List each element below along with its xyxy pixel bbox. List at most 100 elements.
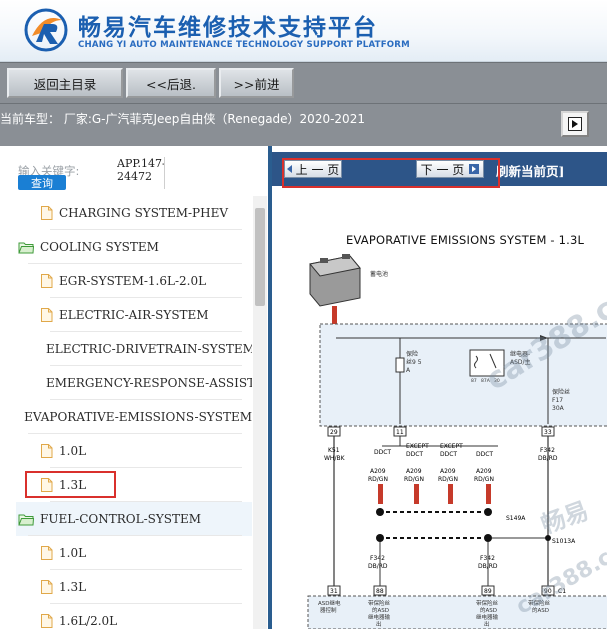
tree-folder-item[interactable]: EVAPORATIVE-EMISSIONS-SYSTEM bbox=[18, 400, 252, 434]
tree-item-label: EGR-SYSTEM-1.6L-2.0L bbox=[59, 274, 207, 288]
tree-file-item[interactable]: 1.3L bbox=[40, 570, 252, 604]
folder-open-icon bbox=[18, 242, 34, 254]
svg-text:DB/RD: DB/RD bbox=[368, 563, 388, 570]
svg-text:S149A: S149A bbox=[506, 515, 526, 522]
svg-text:RD/GN: RD/GN bbox=[438, 476, 458, 483]
app-window: 畅易汽车维修技术支持平台 CHANG YI AUTO MAINTENANCE T… bbox=[0, 0, 607, 629]
brand-logo-icon bbox=[24, 8, 68, 52]
svg-text:出: 出 bbox=[484, 620, 490, 628]
svg-text:DB/RD: DB/RD bbox=[538, 455, 558, 462]
svg-text:继电器输: 继电器输 bbox=[368, 613, 391, 621]
svg-text:的ASD: 的ASD bbox=[372, 606, 389, 614]
svg-text:DDCT: DDCT bbox=[440, 451, 457, 458]
svg-text:DDCT: DDCT bbox=[476, 451, 493, 458]
tree-scrollbar-thumb[interactable] bbox=[255, 208, 265, 306]
document-icon bbox=[41, 274, 53, 288]
document-viewer: 上 一 页 下 一 页 刷新当前页] EVAPORATIVE EMISSIONS… bbox=[272, 146, 607, 629]
current-model-text: 当前车型： 厂家:G-广汽菲克Jeep自由侠（Renegade）2020-202… bbox=[0, 112, 365, 126]
wiring-diagram-page: EVAPORATIVE EMISSIONS SYSTEM - 1.3L 蓄电池 … bbox=[290, 198, 607, 629]
main-toolbar: 返回主目录 <<后退. >>前进 bbox=[0, 62, 607, 104]
svg-text:带保险丝: 带保险丝 bbox=[476, 599, 499, 607]
svg-text:RD/GN: RD/GN bbox=[404, 476, 424, 483]
left-panel: 输入关键字: APP.147-24472 查询 CHARGING SYSTEM-… bbox=[0, 146, 268, 629]
document-icon bbox=[41, 206, 53, 220]
svg-text:RD/GN: RD/GN bbox=[368, 476, 388, 483]
svg-text:A209: A209 bbox=[476, 468, 492, 475]
svg-text:器控制: 器控制 bbox=[320, 606, 337, 614]
tree-item-label: EMERGENCY-RESPONSE-ASSIST bbox=[46, 376, 252, 390]
tree-item-label: 1.3L bbox=[59, 580, 87, 594]
tree-folder-item[interactable]: FUEL-CONTROL-SYSTEM bbox=[16, 502, 252, 536]
svg-text:88: 88 bbox=[376, 588, 384, 595]
svg-text:11: 11 bbox=[396, 429, 404, 436]
toggle-panel-button[interactable] bbox=[561, 111, 589, 137]
tree-item-label: 1.6L/2.0L bbox=[59, 614, 118, 628]
model-info-bar: 当前车型： 厂家:G-广汽菲克Jeep自由侠（Renegade）2020-202… bbox=[0, 104, 607, 146]
tree-file-item[interactable]: ELECTRIC-DRIVETRAIN-SYSTEM bbox=[40, 332, 252, 366]
svg-text:29: 29 bbox=[330, 429, 338, 436]
svg-text:ASD继电: ASD继电 bbox=[318, 599, 341, 607]
svg-text:89: 89 bbox=[484, 588, 492, 595]
tree-file-item[interactable]: 1.0L bbox=[40, 434, 252, 468]
tree-item-label: EVAPORATIVE-EMISSIONS-SYSTEM bbox=[24, 410, 252, 424]
svg-text:DDCT: DDCT bbox=[406, 451, 423, 458]
svg-text:的ASD: 的ASD bbox=[480, 606, 497, 614]
wiring-diagram: 蓄电池 保险 丝9 5 A 87 87A 30 继电器- ASD/主 保险丝 F… bbox=[307, 254, 607, 629]
selected-item-highlight bbox=[25, 471, 116, 498]
svg-text:带保险丝: 带保险丝 bbox=[368, 599, 391, 607]
tree-item-label: CHARGING SYSTEM-PHEV bbox=[59, 206, 229, 220]
document-icon bbox=[41, 444, 53, 458]
tree-item-label: ELECTRIC-DRIVETRAIN-SYSTEM bbox=[46, 342, 252, 356]
svg-text:保险丝: 保险丝 bbox=[552, 388, 570, 396]
play-arrow-icon bbox=[568, 117, 582, 131]
svg-text:A209: A209 bbox=[406, 468, 422, 475]
header-banner: 畅易汽车维修技术支持平台 CHANG YI AUTO MAINTENANCE T… bbox=[0, 0, 607, 62]
tree-item-label: 1.0L bbox=[59, 444, 87, 458]
svg-text:33: 33 bbox=[544, 429, 552, 436]
tree-file-item[interactable]: 1.6L/2.0L bbox=[40, 604, 252, 629]
tree-file-item[interactable]: ELECTRIC-AIR-SYSTEM bbox=[40, 298, 252, 332]
document-icon bbox=[41, 546, 53, 560]
tree-file-item[interactable]: EGR-SYSTEM-1.6L-2.0L bbox=[40, 264, 252, 298]
document-icon bbox=[41, 580, 53, 594]
svg-text:保险: 保险 bbox=[406, 350, 418, 358]
refresh-page-link[interactable]: 刷新当前页] bbox=[496, 161, 564, 180]
svg-text:RD/GN: RD/GN bbox=[474, 476, 494, 483]
battery-label: 蓄电池 bbox=[370, 270, 388, 278]
back-button[interactable]: <<后退. bbox=[126, 68, 216, 98]
svg-text:F17: F17 bbox=[552, 397, 563, 404]
svg-text:EXCEPT: EXCEPT bbox=[406, 443, 429, 450]
svg-text:A209: A209 bbox=[440, 468, 456, 475]
folder-open-icon bbox=[18, 514, 34, 526]
svg-text:出: 出 bbox=[376, 620, 382, 628]
svg-text:A209: A209 bbox=[370, 468, 386, 475]
tree-file-item[interactable]: EMERGENCY-RESPONSE-ASSIST bbox=[40, 366, 252, 400]
document-icon bbox=[41, 308, 53, 322]
document-icon bbox=[41, 614, 53, 628]
tree-file-item[interactable]: 1.0L bbox=[40, 536, 252, 570]
home-button[interactable]: 返回主目录 bbox=[7, 68, 123, 98]
tree-scrollbar[interactable] bbox=[253, 196, 267, 629]
tree-item-label: 1.0L bbox=[59, 546, 87, 560]
tree-folder-item[interactable]: COOLING SYSTEM bbox=[18, 230, 252, 264]
battery-icon bbox=[309, 254, 361, 307]
svg-text:EXCEPT: EXCEPT bbox=[440, 443, 463, 450]
search-input[interactable]: APP.147-24472 bbox=[117, 157, 165, 189]
forward-button[interactable]: >>前进 bbox=[219, 68, 294, 98]
svg-text:S1013A: S1013A bbox=[552, 538, 576, 545]
svg-text:F342: F342 bbox=[370, 555, 385, 562]
svg-text:87: 87 bbox=[471, 378, 477, 384]
svg-text:丝9 5: 丝9 5 bbox=[406, 358, 422, 366]
svg-text:30A: 30A bbox=[552, 405, 565, 412]
tree-item-label: ELECTRIC-AIR-SYSTEM bbox=[59, 308, 209, 322]
svg-text:K51: K51 bbox=[328, 447, 340, 454]
svg-text:DDCT: DDCT bbox=[374, 449, 391, 456]
tree-item-label: COOLING SYSTEM bbox=[40, 240, 159, 254]
search-button[interactable]: 查询 bbox=[18, 175, 66, 190]
svg-text:F342: F342 bbox=[540, 447, 555, 454]
brand-title: 畅易汽车维修技术支持平台 bbox=[78, 15, 378, 41]
brand-subtitle: CHANG YI AUTO MAINTENANCE TECHNOLOGY SUP… bbox=[78, 40, 410, 50]
svg-text:继电器输: 继电器输 bbox=[476, 613, 499, 621]
tree-file-item[interactable]: CHARGING SYSTEM-PHEV bbox=[40, 196, 252, 230]
svg-text:WH/BK: WH/BK bbox=[324, 455, 346, 462]
